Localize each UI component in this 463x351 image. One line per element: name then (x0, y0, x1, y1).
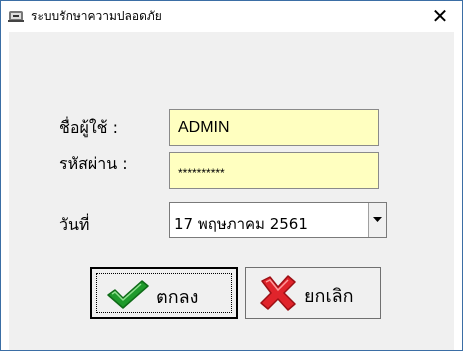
password-input[interactable]: ********** (169, 152, 379, 189)
date-label: วันที่ (59, 215, 90, 234)
login-dialog: ระบบรักษาความปลอดภัย ✕ ชื่อผู้ใช้ : ADMI… (0, 0, 463, 351)
close-button[interactable]: ✕ (418, 1, 462, 31)
username-input[interactable]: ADMIN (169, 109, 379, 146)
green-checkmark-icon (106, 278, 150, 314)
username-value: ADMIN (178, 119, 230, 136)
cancel-button[interactable]: ยกเลิก (245, 267, 381, 319)
red-x-icon (258, 275, 298, 315)
date-dropdown-button[interactable] (368, 203, 386, 237)
password-label: รหัสผ่าน : (59, 154, 128, 173)
date-picker[interactable]: 17 พฤษภาคม 2561 (169, 202, 387, 238)
date-value: 17 พฤษภาคม 2561 (174, 215, 308, 233)
chevron-down-icon (373, 217, 382, 222)
window-title: ระบบรักษาความปลอดภัย (31, 9, 162, 23)
close-icon: ✕ (431, 4, 449, 28)
ok-button[interactable]: ตกลง (90, 267, 238, 319)
dialog-body: ชื่อผู้ใช้ : ADMIN รหัสผ่าน : **********… (9, 32, 454, 350)
ok-button-label: ตกลง (156, 287, 199, 308)
username-label: ชื่อผู้ใช้ : (59, 118, 118, 137)
password-value: ********** (178, 166, 225, 180)
title-bar[interactable]: ระบบรักษาความปลอดภัย ✕ (1, 1, 462, 31)
cancel-button-label: ยกเลิก (304, 286, 354, 307)
app-icon (8, 8, 24, 22)
